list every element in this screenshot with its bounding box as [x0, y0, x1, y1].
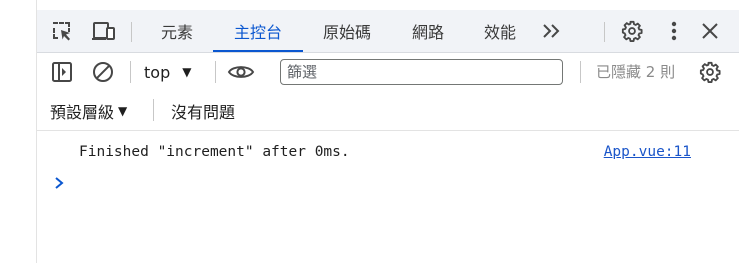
device-toolbar-icon[interactable] — [91, 18, 117, 44]
hidden-messages-count[interactable]: 已隱藏 2 則 — [596, 61, 675, 82]
context-selector-label: top — [144, 62, 171, 82]
caret-down-icon: ▼ — [118, 104, 128, 118]
clear-console-icon[interactable] — [90, 59, 116, 85]
context-selector[interactable]: top ▼ — [144, 60, 191, 84]
levels-divider — [153, 99, 154, 121]
kebab-menu-icon[interactable] — [661, 18, 687, 44]
toolbar-divider — [130, 61, 131, 83]
console-toolbar: top ▼ 已隱藏 2 則 — [37, 53, 739, 90]
console-output: Finished "increment" after 0ms. App.vue:… — [37, 131, 739, 263]
eye-icon[interactable] — [226, 59, 256, 85]
console-message: Finished "increment" after 0ms. App.vue:… — [37, 141, 739, 165]
tab-console[interactable]: 主控台 — [213, 10, 303, 52]
gear-icon[interactable] — [619, 18, 645, 44]
log-levels-dropdown[interactable]: 預設層級 ▼ — [50, 99, 127, 123]
toolbar-divider — [215, 61, 216, 83]
devtools-panel: 元素 主控台 原始碼 網路 效能 top ▼ 篩選 已隱藏 2 則 預設層級 ▼… — [37, 0, 739, 263]
console-message-text: Finished "increment" after 0ms. — [79, 144, 350, 160]
toolbar-divider — [580, 61, 581, 83]
tab-elements[interactable]: 元素 — [147, 10, 207, 52]
gear-icon[interactable] — [697, 59, 723, 85]
log-levels-label: 預設層級 — [50, 103, 115, 122]
console-message-source-link[interactable]: App.vue:11 — [604, 144, 691, 160]
close-icon[interactable] — [697, 18, 723, 44]
chevron-right-icon — [52, 175, 66, 191]
tab-performance[interactable]: 效能 — [473, 10, 527, 52]
console-prompt-input[interactable] — [73, 175, 713, 193]
issues-status[interactable]: 沒有問題 — [171, 99, 235, 123]
tab-sources[interactable]: 原始碼 — [311, 10, 383, 52]
tab-bar-divider — [131, 22, 132, 42]
left-page-strip — [0, 0, 37, 263]
devtools-tab-bar: 元素 主控台 原始碼 網路 效能 — [37, 10, 739, 53]
caret-down-icon: ▼ — [182, 65, 192, 79]
inspect-element-icon[interactable] — [49, 18, 75, 44]
filter-input[interactable] — [280, 59, 563, 85]
tab-bar-divider — [604, 22, 605, 42]
sidebar-toggle-icon[interactable] — [49, 59, 75, 85]
log-levels-bar: 預設層級 ▼ 沒有問題 — [37, 90, 739, 131]
page: 元素 主控台 原始碼 網路 效能 top ▼ 篩選 已隱藏 2 則 預設層級 ▼… — [0, 0, 739, 263]
tab-network[interactable]: 網路 — [401, 10, 455, 52]
chevron-double-right-icon[interactable] — [539, 18, 565, 44]
